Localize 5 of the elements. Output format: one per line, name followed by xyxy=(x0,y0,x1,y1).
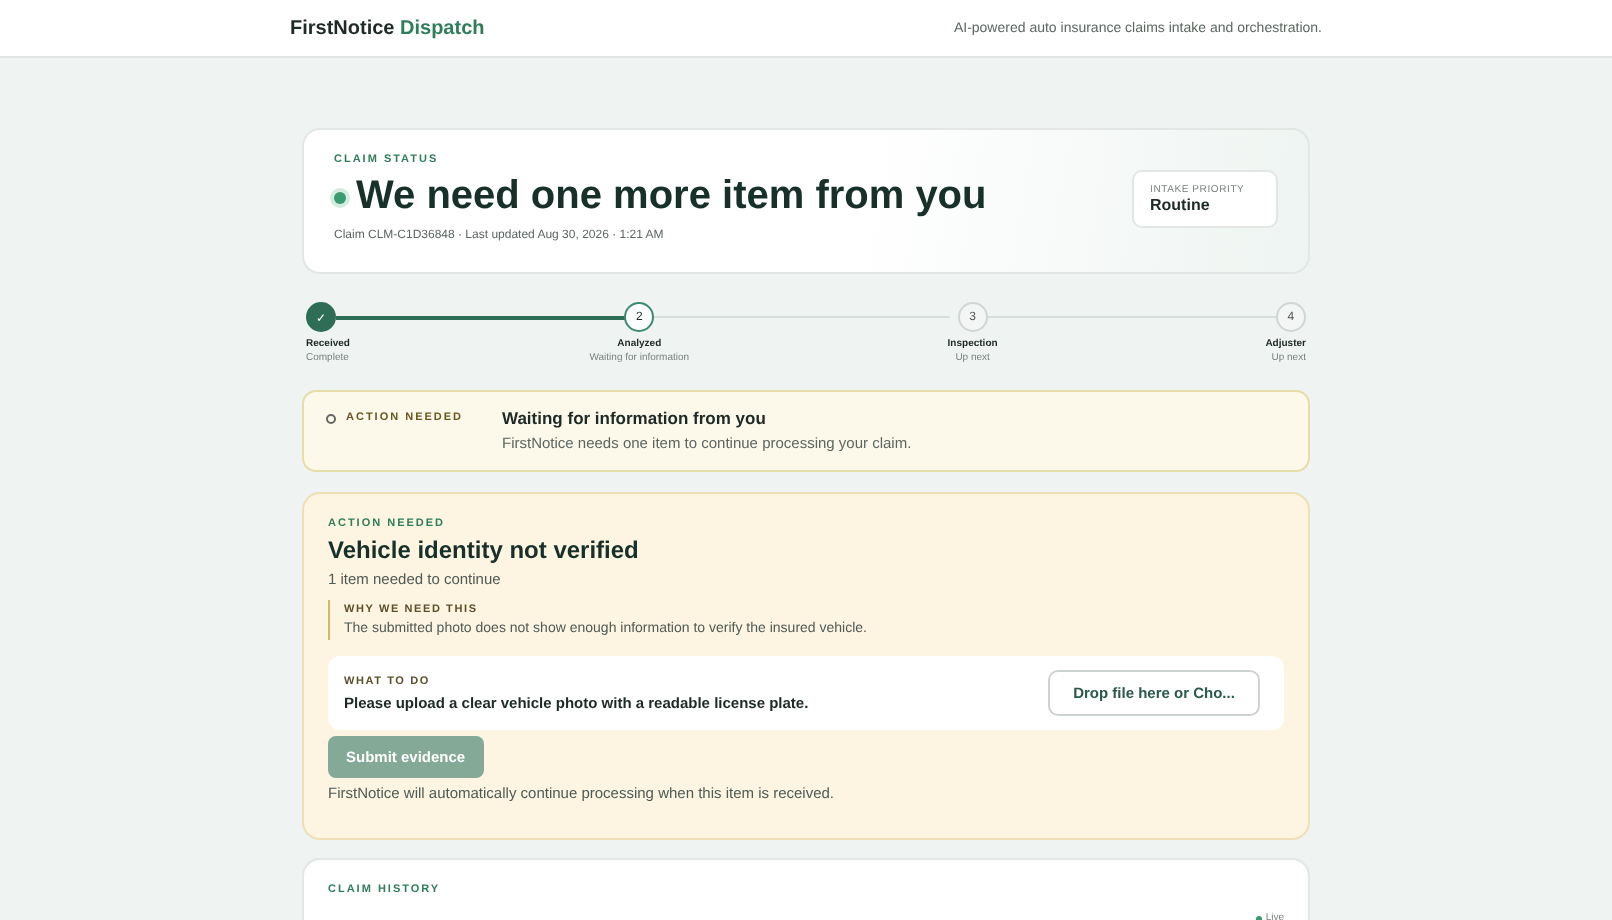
status-title: We need one more item from you xyxy=(356,174,987,220)
brand-logo[interactable]: FirstNotice Dispatch xyxy=(290,17,485,39)
priority-value: Routine xyxy=(1150,195,1212,213)
action-title: Vehicle identity not verified xyxy=(328,536,641,564)
alert-title: Waiting for information from you xyxy=(502,408,768,428)
